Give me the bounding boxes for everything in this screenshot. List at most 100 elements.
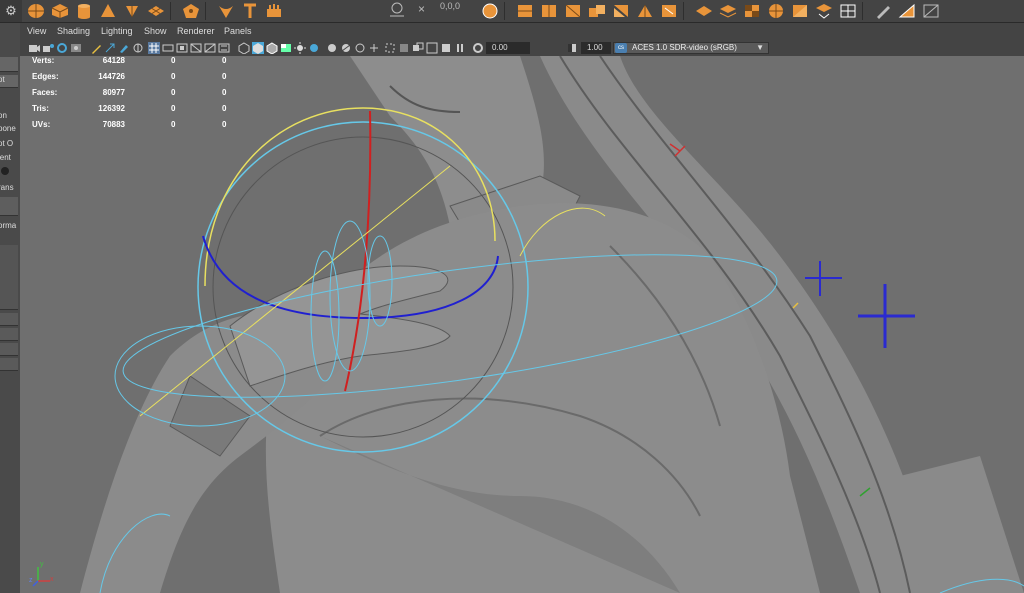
lights-icon[interactable] — [294, 42, 306, 54]
exposure-icon[interactable] — [472, 42, 484, 54]
exposure-field[interactable]: 0.00 — [486, 42, 530, 54]
shelf-unfold-icon[interactable] — [692, 0, 716, 22]
backface-icon[interactable] — [440, 42, 452, 54]
pencil-icon[interactable] — [90, 42, 102, 54]
axis-z-label: z — [29, 577, 33, 584]
anti-aliasing-icon[interactable] — [354, 42, 366, 54]
textured-icon[interactable] — [280, 42, 292, 54]
shelf-text-icon[interactable] — [238, 0, 262, 22]
left-panel-field[interactable] — [0, 197, 18, 216]
menu-shading[interactable]: Shading — [57, 26, 90, 36]
field-chart-icon[interactable] — [204, 42, 216, 54]
camera-icon[interactable] — [28, 42, 40, 54]
left-panel-field[interactable] — [0, 343, 18, 356]
shelf-icons — [24, 0, 286, 22]
left-panel-field[interactable] — [0, 328, 18, 341]
shelf-layout-icon[interactable] — [716, 0, 740, 22]
hud-value: 0 — [222, 56, 227, 65]
left-panel-text: ot O — [0, 139, 14, 148]
shelf-mirror-icon[interactable] — [657, 0, 681, 22]
aperture-icon[interactable] — [132, 42, 144, 54]
gamma-field[interactable]: 1.00 — [581, 42, 611, 54]
shelf-combine-icon[interactable] — [585, 0, 609, 22]
shelf-soccer-ball-icon[interactable] — [764, 0, 788, 22]
panel-toolbar: 0.00 1.00 cs ACES 1.0 SDR-video (sRGB) ▼ — [20, 41, 1024, 57]
shelf-transfer-icon[interactable] — [812, 0, 836, 22]
bookmark-icon[interactable] — [56, 42, 68, 54]
wireframe-on-shaded-icon[interactable] — [266, 42, 278, 54]
shelf-extrude-icon[interactable] — [513, 0, 537, 22]
shelf-poly-torus-icon[interactable] — [120, 0, 144, 22]
menu-show[interactable]: Show — [144, 26, 167, 36]
shelf-half-icon[interactable] — [788, 0, 812, 22]
shelf-poly-sphere-icon[interactable] — [24, 0, 48, 22]
shelf-poly-disc-icon[interactable] — [179, 0, 203, 22]
left-panel-button[interactable]: ot — [0, 75, 18, 88]
shelf-separate-icon[interactable] — [609, 0, 633, 22]
left-panel-text: rans — [0, 183, 14, 192]
motion-blur-icon[interactable] — [340, 42, 352, 54]
gate-mask-icon[interactable] — [190, 42, 202, 54]
shelf-poly-cylinder-icon[interactable] — [72, 0, 96, 22]
shelf-svg-icon[interactable] — [262, 0, 286, 22]
pause-viewport-icon[interactable] — [454, 42, 466, 54]
view-axis-gizmo: y x z — [29, 561, 60, 589]
ambient-occlusion-icon[interactable] — [326, 42, 338, 54]
hud-value: 70883 — [102, 120, 125, 129]
left-panel-field[interactable] — [0, 358, 18, 371]
shelf-poly-plane-icon[interactable] — [144, 0, 168, 22]
left-panel-field[interactable] — [0, 313, 18, 326]
color-space-dropdown[interactable]: cs ACES 1.0 SDR-video (sRGB) ▼ — [613, 42, 769, 54]
safe-action-icon[interactable] — [218, 42, 230, 54]
depth-of-field-icon[interactable] — [368, 42, 380, 54]
shelf-grid-icon[interactable] — [836, 0, 860, 22]
left-panel-text: on — [0, 111, 7, 120]
menu-lighting[interactable]: Lighting — [101, 26, 133, 36]
shelf-platonic-icon[interactable] — [214, 0, 238, 22]
shelf-poly-cube-icon[interactable] — [48, 0, 72, 22]
hud-value: 0 — [222, 120, 227, 129]
xray-active-icon[interactable] — [412, 42, 424, 54]
gamma-icon[interactable] — [566, 42, 578, 54]
smooth-shade-icon[interactable] — [252, 42, 264, 54]
grease-pencil-icon[interactable] — [118, 42, 130, 54]
shelf-bridge-icon[interactable] — [537, 0, 561, 22]
menu-panels[interactable]: Panels — [224, 26, 252, 36]
grid-toggle-icon[interactable] — [148, 42, 160, 54]
resolution-gate-icon[interactable] — [176, 42, 188, 54]
shelf-bevel-icon[interactable] — [561, 0, 585, 22]
hud-row-edges: Edges: 144726 0 0 — [20, 72, 230, 84]
shelf-checker-icon[interactable] — [740, 0, 764, 22]
shelf-sphere-outline-icon[interactable] — [478, 0, 502, 22]
axis-y-label: y — [40, 561, 44, 568]
shelf-coord-readout: 0,0,0 — [440, 1, 461, 11]
wireframe-icon[interactable] — [238, 42, 250, 54]
shelf-tri-icon[interactable] — [895, 0, 919, 22]
move-camera-icon[interactable] — [104, 42, 116, 54]
hud-row-verts: Verts: 64128 0 0 — [20, 56, 230, 68]
shelf-close-x-icon[interactable]: × — [418, 2, 425, 16]
hud-value: 0 — [171, 72, 176, 81]
axis-lines — [32, 567, 50, 587]
camera-lock-icon[interactable] — [42, 42, 54, 54]
viewport-3d[interactable]: Verts: 64128 0 0 Edges: 144726 0 0 Faces… — [20, 56, 1024, 593]
color-space-label: ACES 1.0 SDR-video (sRGB) — [632, 43, 737, 52]
shelf-poly-cone-icon[interactable] — [96, 0, 120, 22]
film-gate-icon[interactable] — [162, 42, 174, 54]
menu-view[interactable]: View — [27, 26, 46, 36]
hud-label: Tris: — [32, 104, 49, 113]
left-panel-field[interactable] — [0, 245, 18, 310]
menu-renderer[interactable]: Renderer — [177, 26, 215, 36]
left-panel-field[interactable] — [0, 57, 18, 72]
xray-icon[interactable] — [398, 42, 410, 54]
gear-icon[interactable]: ⚙ — [0, 0, 22, 22]
image-plane-icon[interactable] — [70, 42, 82, 54]
xray-joints-icon[interactable] — [426, 42, 438, 54]
shelf-pencil-icon[interactable] — [871, 0, 895, 22]
shelf-smooth-icon[interactable] — [633, 0, 657, 22]
shadows-icon[interactable] — [308, 42, 320, 54]
shelf-shape-icon[interactable] — [919, 0, 943, 22]
color-management-icon[interactable]: cs — [615, 43, 627, 53]
left-panel-radio[interactable] — [1, 167, 9, 175]
isolate-select-icon[interactable] — [384, 42, 396, 54]
